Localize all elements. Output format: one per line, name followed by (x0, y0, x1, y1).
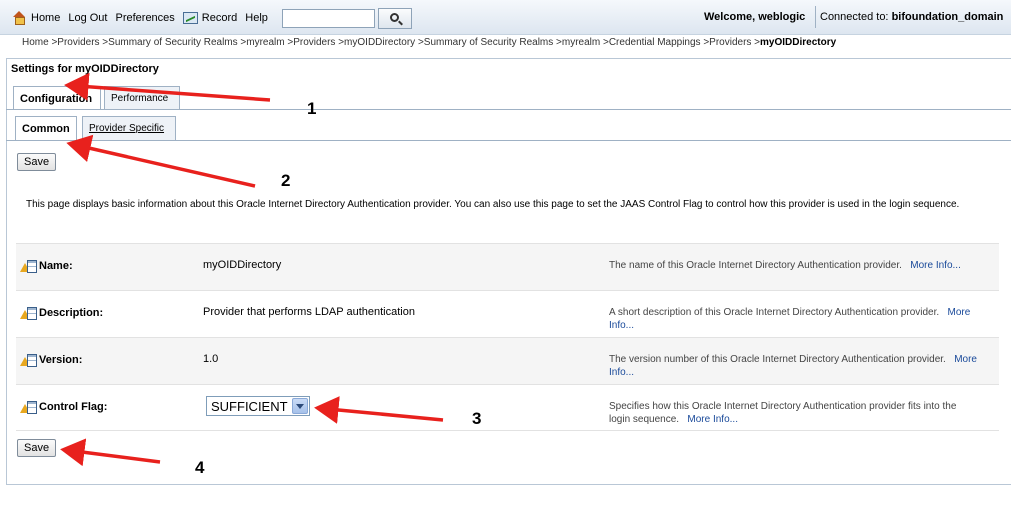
rows-divider (16, 430, 999, 431)
search-button[interactable] (378, 8, 412, 29)
tab-common[interactable]: Common (15, 116, 77, 140)
field-info-icon (20, 259, 37, 273)
control-flag-value: SUFFICIENT (211, 399, 288, 414)
field-help: The version number of this Oracle Intern… (609, 353, 979, 379)
field-label: Control Flag: (39, 401, 108, 413)
home-link[interactable]: Home (12, 11, 61, 25)
more-info-link[interactable]: More Info... (910, 260, 961, 271)
breadcrumb-path[interactable]: Home >Providers >Summary of Security Rea… (22, 37, 760, 48)
tab-divider (6, 109, 1011, 110)
welcome-text: Welcome, weblogic (704, 11, 806, 23)
breadcrumb-current: myOIDDirectory (760, 37, 837, 48)
home-label: Home (31, 11, 61, 24)
home-icon (12, 11, 26, 25)
field-help-text: A short description of this Oracle Inter… (609, 307, 940, 318)
record-link[interactable]: Record (182, 11, 238, 24)
more-info-link[interactable]: More Info... (687, 414, 738, 425)
annotation-label-1: 1 (307, 99, 317, 118)
field-help-text: The name of this Oracle Internet Directo… (609, 260, 902, 271)
field-value: 1.0 (203, 353, 219, 365)
field-value: Provider that performs LDAP authenticati… (203, 306, 415, 318)
field-info-icon (20, 306, 37, 320)
search-input[interactable] (282, 9, 375, 28)
field-label: Description: (39, 307, 104, 319)
subtab-divider (6, 140, 1011, 141)
field-info-icon (20, 353, 37, 367)
save-button-bottom[interactable]: Save (17, 439, 57, 457)
save-button-top[interactable]: Save (17, 153, 57, 171)
tab-configuration[interactable]: Configuration (13, 86, 101, 110)
connected-label: Connected to: (820, 11, 889, 23)
search-icon (389, 13, 399, 22)
field-row-name: Name: myOIDDirectory The name of this Or… (16, 243, 999, 290)
field-help: The name of this Oracle Internet Directo… (609, 259, 979, 272)
page-description: This page displays basic information abo… (26, 199, 960, 210)
field-info-icon (20, 400, 37, 414)
field-label-wrap: Version: (20, 353, 82, 367)
connected-domain: bifoundation_domain (891, 11, 1004, 23)
annotation-label-3: 3 (472, 409, 482, 428)
control-flag-select[interactable]: SUFFICIENT (206, 396, 310, 416)
tab-performance[interactable]: Performance (104, 86, 180, 110)
field-help-text: The version number of this Oracle Intern… (609, 354, 946, 365)
field-label-wrap: Description: (20, 306, 103, 320)
field-value: myOIDDirectory (203, 259, 282, 271)
connected-info: Connected to: bifoundation_domain (820, 11, 1003, 23)
chevron-down-icon[interactable] (292, 398, 308, 414)
page-title: Settings for myOIDDirectory (11, 63, 159, 75)
top-toolbar: Home Log Out Preferences Record Help Wel… (0, 0, 1011, 35)
field-help: A short description of this Oracle Inter… (609, 306, 979, 332)
field-label-wrap: Control Flag: (20, 400, 107, 414)
field-help-text: Specifies how this Oracle Internet Direc… (609, 401, 957, 425)
breadcrumb: Home >Providers >Summary of Security Rea… (22, 37, 836, 48)
field-help: Specifies how this Oracle Internet Direc… (609, 400, 979, 426)
record-icon (182, 11, 198, 24)
tab-provider-specific[interactable]: Provider Specific (82, 116, 176, 140)
toolbar-divider (815, 6, 816, 28)
field-row-description: Description: Provider that performs LDAP… (16, 290, 999, 337)
field-label-wrap: Name: (20, 259, 73, 273)
field-row-control-flag: Control Flag: SUFFICIENT Specifies how t… (16, 384, 999, 431)
field-row-version: Version: 1.0 The version number of this … (16, 337, 999, 384)
preferences-link[interactable]: Preferences (115, 12, 174, 24)
logout-link[interactable]: Log Out (68, 12, 107, 24)
annotation-label-4: 4 (195, 458, 205, 477)
record-label: Record (201, 11, 238, 24)
field-label: Name: (39, 260, 73, 272)
help-link[interactable]: Help (245, 12, 268, 24)
toolbar-links: Home Log Out Preferences Record Help (12, 11, 276, 25)
field-label: Version: (39, 354, 83, 366)
annotation-label-2: 2 (281, 171, 291, 190)
